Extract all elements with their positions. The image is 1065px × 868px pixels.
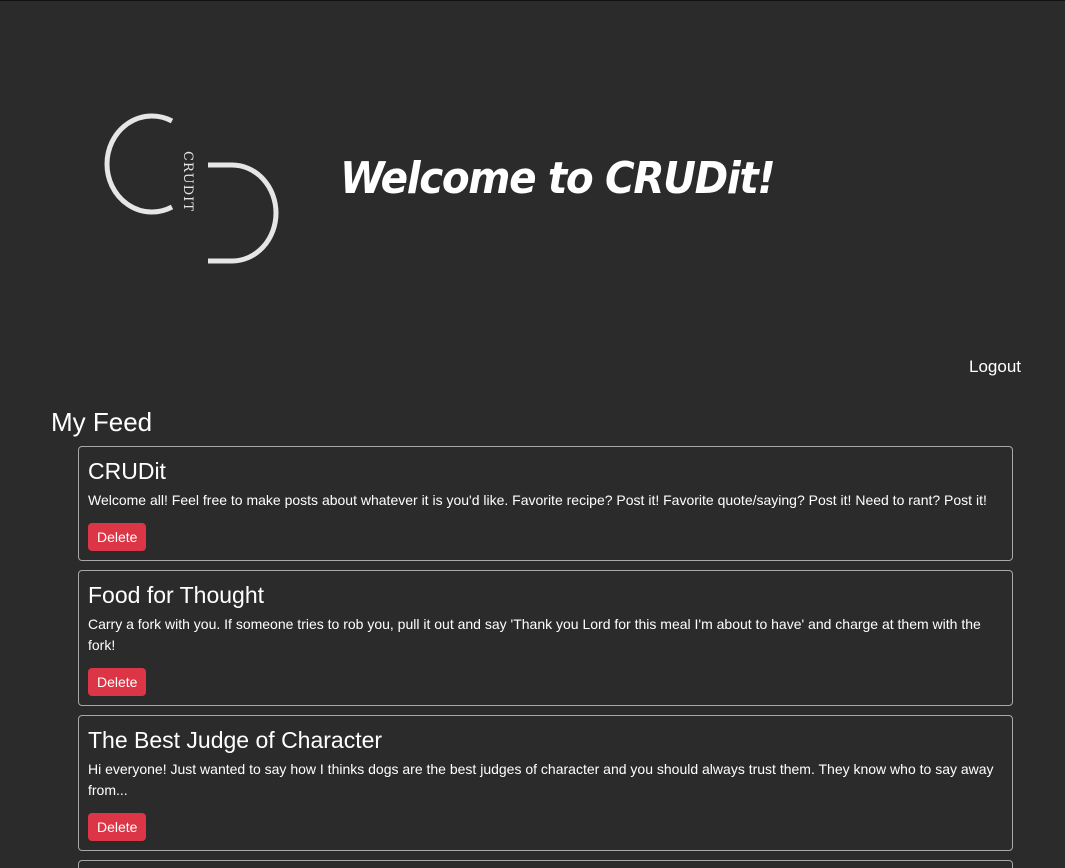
post-card: CRUDit Welcome all! Feel free to make po… [78,446,1013,561]
delete-post-button[interactable]: Delete [88,668,147,696]
delete-post-button[interactable]: Delete [88,523,147,551]
post-body: Welcome all! Feel free to make posts abo… [88,492,987,508]
post-title: CRUDit [88,458,166,484]
logo-c-shape [104,113,174,215]
post-card: Food for Thought Carry a fork with you. … [78,570,1013,706]
post-title: The Best Judge of Character [88,727,383,753]
crudit-logo-icon: CRUDIT [84,109,280,269]
post-card: The Best Judge of Character Hi everyone!… [78,715,1013,851]
crudit-logo-svg: CRUDIT [104,113,279,264]
feed-list: CRUDit Welcome all! Feel free to make po… [78,446,1013,868]
post-body: Hi everyone! Just wanted to say how I th… [88,761,994,798]
logout-link[interactable]: Logout [969,357,1021,377]
logo-d-shape [208,162,279,264]
feed-heading: My Feed [51,407,153,437]
post-title: Food for Thought [88,582,265,608]
page-title: Welcome to CRUDit! [340,153,776,204]
post-body: Carry a fork with you. If someone tries … [88,616,981,653]
post-card-partial [78,860,1013,868]
logo-text: CRUDIT [180,151,195,212]
page: CRUDIT Welcome to CRUDit! Logout My Feed… [0,0,1065,868]
delete-post-button[interactable]: Delete [88,813,147,841]
